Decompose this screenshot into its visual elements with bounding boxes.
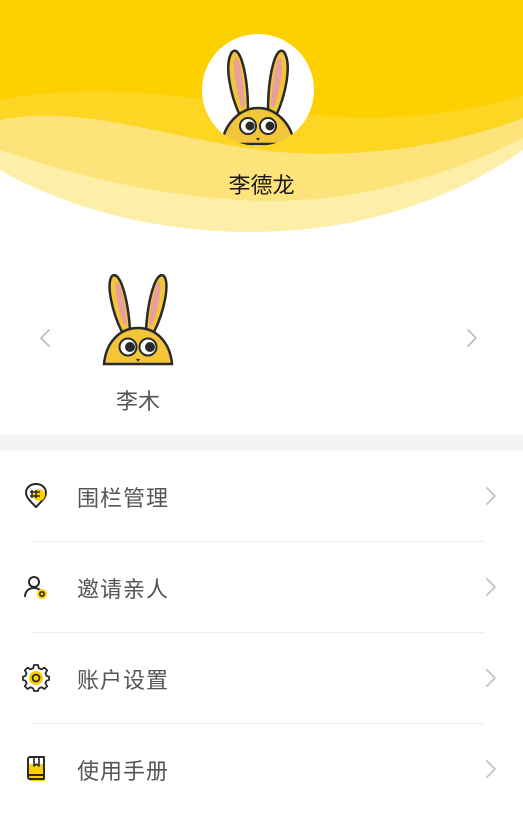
gear-icon bbox=[22, 664, 50, 692]
member-name: 李木 bbox=[115, 390, 160, 415]
menu-item-user-manual[interactable]: 使用手册 bbox=[0, 724, 523, 814]
rabbit-avatar-icon bbox=[220, 49, 296, 146]
menu-item-fence-management[interactable]: 围栏管理 bbox=[0, 451, 523, 541]
chevron-right-icon[interactable] bbox=[460, 326, 484, 350]
chevron-right-icon bbox=[486, 760, 496, 778]
menu-item-label: 围栏管理 bbox=[77, 487, 170, 512]
invite-user-icon bbox=[24, 576, 47, 599]
manual-book-icon bbox=[27, 756, 45, 781]
member-carousel: 李木 bbox=[0, 240, 523, 435]
section-divider bbox=[0, 435, 523, 451]
profile-name: 李德龙 bbox=[228, 174, 295, 199]
menu-item-label: 使用手册 bbox=[77, 760, 170, 785]
profile-header: 李德龙 bbox=[0, 0, 523, 240]
profile-avatar[interactable] bbox=[202, 34, 314, 146]
fence-location-icon bbox=[24, 482, 48, 509]
menu-item-label: 账户设置 bbox=[77, 669, 170, 694]
chevron-right-icon bbox=[486, 669, 496, 687]
menu-item-account-settings[interactable]: 账户设置 bbox=[0, 633, 523, 723]
menu-item-label: 邀请亲人 bbox=[77, 578, 170, 603]
chevron-right-icon bbox=[486, 487, 496, 505]
chevron-right-icon bbox=[486, 578, 496, 596]
menu-item-invite-family[interactable]: 邀请亲人 bbox=[0, 542, 523, 632]
rabbit-avatar-icon bbox=[102, 273, 174, 366]
member-card[interactable]: 李木 bbox=[92, 270, 184, 420]
chevron-left-icon[interactable] bbox=[33, 326, 57, 350]
